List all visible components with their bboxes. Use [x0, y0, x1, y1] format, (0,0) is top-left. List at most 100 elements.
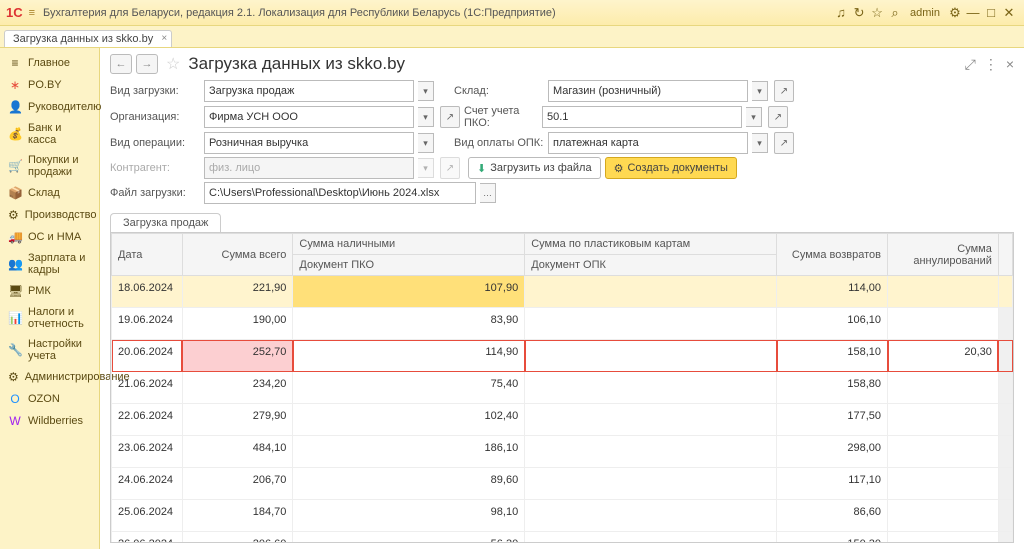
cell-cash[interactable]: 102,40 — [293, 404, 525, 436]
cell-returns[interactable]: 298,00 — [777, 436, 888, 468]
cell-date[interactable]: 26.06.2024 — [112, 532, 183, 544]
cell-sb[interactable] — [998, 404, 1012, 436]
load-from-file-button[interactable]: ⬇ Загрузить из файла — [468, 157, 601, 179]
cell-total[interactable]: 184,70 — [182, 500, 293, 532]
cell-returns[interactable]: 158,10 — [777, 340, 888, 372]
cell-total[interactable]: 279,90 — [182, 404, 293, 436]
sidebar-item[interactable]: 🛒Покупки и продажи — [0, 150, 99, 182]
cell-cash[interactable]: 83,90 — [293, 308, 525, 340]
cell-card[interactable] — [525, 532, 777, 544]
cell-returns[interactable]: 86,60 — [777, 500, 888, 532]
cell-cancel[interactable] — [888, 372, 999, 404]
cell-cancel[interactable] — [888, 468, 999, 500]
history-icon[interactable]: ↻ — [850, 5, 868, 21]
sidebar-item[interactable]: 👥Зарплата и кадры — [0, 248, 99, 280]
cell-card[interactable] — [525, 308, 777, 340]
minimize-icon[interactable]: — — [964, 5, 982, 20]
page-close-icon[interactable]: × — [1006, 56, 1014, 73]
cell-cash[interactable]: 56,30 — [293, 532, 525, 544]
file-browse-icon[interactable]: … — [480, 183, 496, 203]
cell-cancel[interactable]: 20,30 — [888, 340, 999, 372]
star-icon[interactable]: ☆ — [868, 5, 886, 21]
org-open-button[interactable]: ↗ — [440, 106, 460, 128]
table-row[interactable]: 18.06.2024221,90107,90 114,00 — [112, 276, 1013, 308]
cell-cash[interactable]: 107,90 — [293, 276, 525, 308]
cell-date[interactable]: 19.06.2024 — [112, 308, 183, 340]
sklad-dropdown-icon[interactable]: ▾ — [752, 81, 768, 101]
cell-date[interactable]: 18.06.2024 — [112, 276, 183, 308]
menu-icon[interactable]: ≡ — [29, 7, 35, 19]
cell-total[interactable]: 234,20 — [182, 372, 293, 404]
cell-cancel[interactable] — [888, 276, 999, 308]
cell-cancel[interactable] — [888, 308, 999, 340]
col-returns[interactable]: Сумма возвратов — [777, 234, 888, 276]
table-row[interactable]: 20.06.2024252,70114,90 158,1020,30 — [112, 340, 1013, 372]
col-cash[interactable]: Сумма наличными — [293, 234, 525, 255]
sidebar-item[interactable]: ⚙Администрирование — [0, 366, 99, 388]
col-total[interactable]: Сумма всего — [182, 234, 293, 276]
tab-close-icon[interactable]: × — [161, 33, 167, 44]
file-field[interactable]: C:\Users\Professional\Desktop\Июнь 2024.… — [204, 182, 476, 204]
close-icon[interactable]: ✕ — [1000, 5, 1018, 21]
cell-cancel[interactable] — [888, 500, 999, 532]
cell-sb[interactable] — [998, 436, 1012, 468]
sklad-field[interactable]: Магазин (розничный) — [548, 80, 748, 102]
sidebar-item[interactable]: 🖥РМК — [0, 280, 99, 302]
load-type-field[interactable]: Загрузка продаж — [204, 80, 414, 102]
cell-sb[interactable] — [998, 340, 1012, 372]
cell-returns[interactable]: 106,10 — [777, 308, 888, 340]
col-cancel[interactable]: Сумма аннулирований — [888, 234, 999, 276]
scrollbar[interactable] — [998, 234, 1012, 276]
table-row[interactable]: 25.06.2024184,7098,1086,60 — [112, 500, 1013, 532]
cell-date[interactable]: 22.06.2024 — [112, 404, 183, 436]
cell-card[interactable] — [525, 372, 777, 404]
cell-total[interactable]: 190,00 — [182, 308, 293, 340]
user-label[interactable]: admin — [910, 7, 940, 19]
sidebar-item[interactable]: OOZON — [0, 388, 99, 410]
cell-returns[interactable]: 158,80 — [777, 372, 888, 404]
cell-date[interactable]: 23.06.2024 — [112, 436, 183, 468]
nav-back-button[interactable]: ← — [110, 54, 132, 74]
cell-cash[interactable]: 75,40 — [293, 372, 525, 404]
cell-returns[interactable]: 114,00 — [777, 276, 888, 308]
cell-date[interactable]: 25.06.2024 — [112, 500, 183, 532]
op-field[interactable]: Розничная выручка — [204, 132, 414, 154]
col-card-sub[interactable]: Документ ОПК — [525, 255, 777, 276]
cell-returns[interactable]: 177,50 — [777, 404, 888, 436]
cell-cancel[interactable] — [888, 436, 999, 468]
cell-returns[interactable]: 150,30 — [777, 532, 888, 544]
cell-total[interactable]: 206,60 — [182, 532, 293, 544]
sidebar-item[interactable]: 📊Налоги и отчетность — [0, 302, 99, 334]
sidebar-item[interactable]: 🚚ОС и НМА — [0, 226, 99, 248]
sidebar-item[interactable]: 💰Банк и касса — [0, 118, 99, 150]
opk-dropdown-icon[interactable]: ▾ — [752, 133, 768, 153]
sidebar-item[interactable]: ⚙Производство — [0, 204, 99, 226]
sidebar-item[interactable]: ∗PO.BY — [0, 74, 99, 96]
cell-total[interactable]: 252,70 — [182, 340, 293, 372]
sklad-open-button[interactable]: ↗ — [774, 80, 794, 102]
cell-cash[interactable]: 89,60 — [293, 468, 525, 500]
cell-total[interactable]: 221,90 — [182, 276, 293, 308]
opk-open-button[interactable]: ↗ — [774, 132, 794, 154]
table-row[interactable]: 21.06.2024234,2075,40158,80 — [112, 372, 1013, 404]
cell-card[interactable] — [525, 276, 777, 308]
settings-icon[interactable]: ⚙ — [946, 5, 964, 21]
cell-sb[interactable] — [998, 500, 1012, 532]
table-row[interactable]: 19.06.2024190,0083,90 106,10 — [112, 308, 1013, 340]
opk-field[interactable]: платежная карта — [548, 132, 748, 154]
cell-cash[interactable]: 186,10 — [293, 436, 525, 468]
col-date[interactable]: Дата — [112, 234, 183, 276]
cell-cash[interactable]: 114,90 — [293, 340, 525, 372]
cell-sb[interactable] — [998, 276, 1012, 308]
table-row[interactable]: 23.06.2024484,10186,10298,00 — [112, 436, 1013, 468]
grid[interactable]: Дата Сумма всего Сумма наличными Сумма п… — [110, 232, 1014, 543]
cell-date[interactable]: 20.06.2024 — [112, 340, 183, 372]
cell-card[interactable] — [525, 340, 777, 372]
cell-sb[interactable] — [998, 372, 1012, 404]
load-type-dropdown-icon[interactable]: ▾ — [418, 81, 434, 101]
col-card[interactable]: Сумма по пластиковым картам — [525, 234, 777, 255]
sheet-tab[interactable]: Загрузка продаж — [110, 213, 221, 232]
org-dropdown-icon[interactable]: ▾ — [418, 107, 434, 127]
cell-cancel[interactable] — [888, 532, 999, 544]
account-open-button[interactable]: ↗ — [768, 106, 788, 128]
